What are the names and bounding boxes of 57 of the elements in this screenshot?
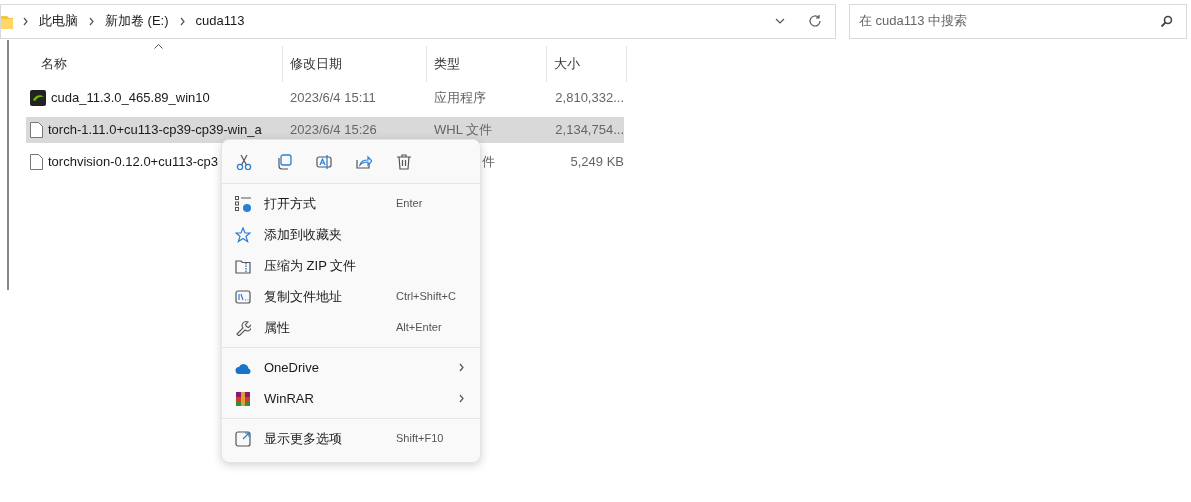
- menu-item[interactable]: 显示更多选项 Shift+F10: [222, 423, 480, 454]
- cut-icon[interactable]: [236, 153, 252, 170]
- file-row[interactable]: cuda_11.3.0_465.89_win10 2023/6/4 15:11 应用程序 2,810,332...: [26, 85, 624, 111]
- search-icon: [1160, 14, 1173, 28]
- wrench-icon: [235, 319, 251, 336]
- file-name: torch-1.11.0+cu113-cp39-cp39-win_a: [48, 121, 262, 140]
- archive-icon: [235, 390, 251, 407]
- column-header[interactable]: 名称: [26, 46, 283, 82]
- breadcrumb[interactable]: 此电脑: [39, 11, 78, 31]
- file-name: torchvision-0.12.0+cu113-cp3: [48, 153, 218, 172]
- column-header[interactable]: 类型: [427, 46, 547, 82]
- folder-icon: [1, 13, 13, 29]
- breadcrumb[interactable]: cuda113: [195, 11, 245, 31]
- column-header[interactable]: 大小: [547, 46, 627, 82]
- file-size: 2,134,754...: [555, 122, 624, 138]
- expand-icon: [235, 430, 251, 447]
- date-modified: 2023/6/4 15:26: [290, 122, 377, 138]
- star-icon: [235, 226, 251, 243]
- menu-item[interactable]: 添加到收藏夹: [222, 219, 480, 250]
- menu-item[interactable]: WinRAR: [222, 383, 480, 414]
- menu-item[interactable]: 打开方式 Enter: [222, 188, 480, 219]
- file-size: 2,810,332...: [555, 90, 624, 106]
- column-header[interactable]: 修改日期: [283, 46, 427, 82]
- dropdown-icon[interactable]: [775, 18, 785, 24]
- menu-item[interactable]: OneDrive: [222, 352, 480, 383]
- chevron-icon: [179, 16, 185, 26]
- copy-icon[interactable]: [276, 153, 292, 170]
- menu-item[interactable]: 属性 Alt+Enter: [222, 312, 480, 343]
- path-icon: [235, 288, 251, 305]
- chevron-icon: [89, 16, 94, 26]
- app-icon: [30, 90, 46, 106]
- date-modified: 2023/6/4 15:11: [290, 90, 376, 106]
- file-type: WHL 文件: [434, 122, 493, 138]
- menu-item[interactable]: 压缩为 ZIP 文件: [222, 250, 480, 281]
- rename-icon[interactable]: [316, 153, 332, 170]
- file-row[interactable]: torch-1.11.0+cu113-cp39-cp39-win_a 2023/6/4 15:26 WHL 文件 2,134,754...: [26, 117, 624, 143]
- delete-icon[interactable]: [396, 153, 412, 170]
- apps-icon: [235, 195, 251, 212]
- file-type: 应用程序: [434, 90, 486, 106]
- file-icon: [30, 154, 43, 170]
- chevron-icon: [23, 16, 28, 26]
- file-row[interactable]: torchvision-0.12.0+cu113-cp3 件 5,249 KB: [26, 149, 624, 175]
- refresh-icon[interactable]: [808, 14, 822, 28]
- file-size: 5,249 KB: [570, 154, 624, 170]
- breadcrumb[interactable]: 新加卷 (E:): [105, 11, 169, 31]
- chevron-right-icon: [459, 363, 464, 372]
- address-bar[interactable]: 此电脑 新加卷 (E:) cuda113: [0, 3, 836, 39]
- file-icon: [30, 122, 43, 138]
- search-placeholder: 在 cuda113 中搜索: [859, 12, 969, 31]
- sort-up-icon: [154, 44, 163, 49]
- search-field[interactable]: 在 cuda113 中搜索: [849, 3, 1187, 39]
- zip-folder-icon: [235, 257, 251, 274]
- file-name: cuda_11.3.0_465.89_win10: [51, 89, 210, 108]
- file-type: 件: [482, 154, 495, 170]
- share-icon[interactable]: [356, 153, 372, 170]
- menu-item[interactable]: 复制文件地址 Ctrl+Shift+C: [222, 281, 480, 312]
- chevron-right-icon: [459, 394, 464, 403]
